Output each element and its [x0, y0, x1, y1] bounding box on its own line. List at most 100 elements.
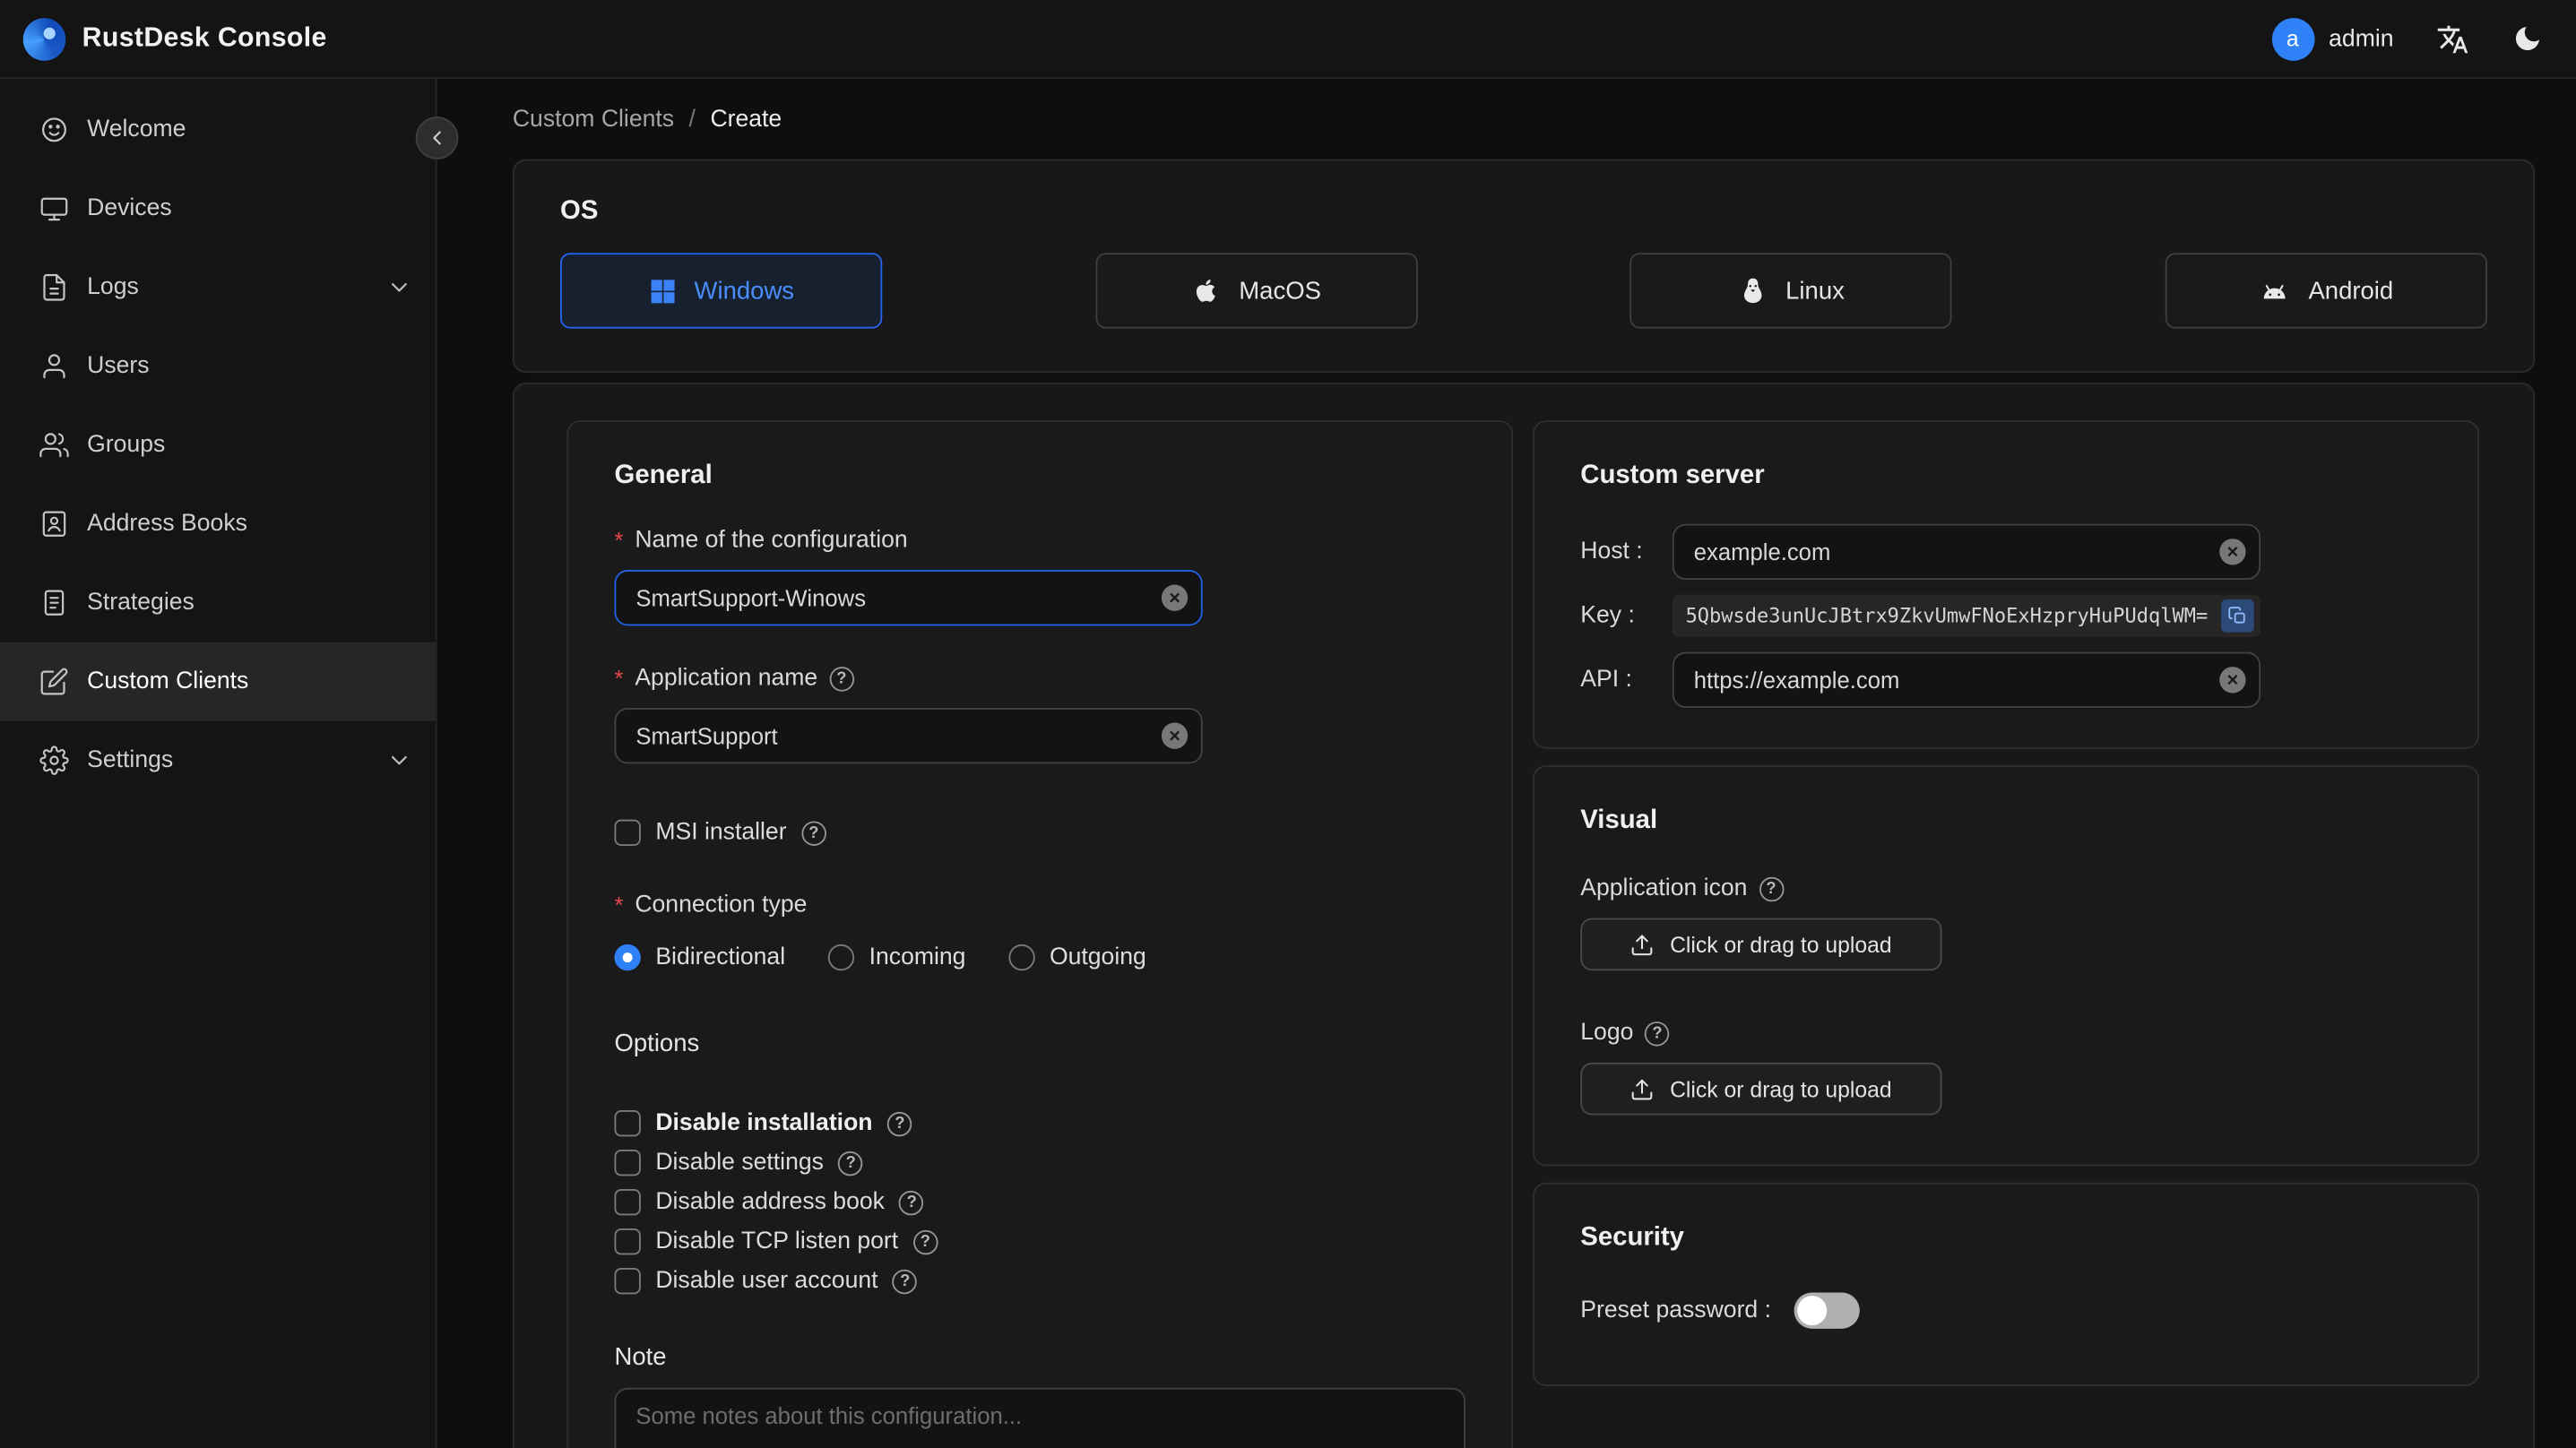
- api-label: API :: [1580, 667, 1632, 694]
- os-button-linux[interactable]: Linux: [1629, 253, 1953, 329]
- translate-icon[interactable]: [2436, 22, 2469, 56]
- visual-section: Visual Application icon ? Click or drag …: [1533, 765, 2479, 1167]
- help-icon[interactable]: ?: [838, 1150, 863, 1176]
- disable-user-account-checkbox[interactable]: [614, 1268, 641, 1295]
- breadcrumb-custom-clients[interactable]: Custom Clients: [513, 107, 674, 133]
- host-label: Host :: [1580, 539, 1643, 565]
- clear-icon[interactable]: ×: [2219, 667, 2246, 694]
- android-icon: [2259, 275, 2290, 306]
- os-card: OS Windows MacOS Linux Android: [512, 159, 2536, 374]
- sidebar-item-welcome[interactable]: Welcome: [0, 90, 436, 169]
- clear-icon[interactable]: ×: [2219, 539, 2246, 565]
- radio-icon[interactable]: [614, 944, 641, 971]
- logo-upload-button[interactable]: Click or drag to upload: [1580, 1062, 1942, 1116]
- windows-icon: [648, 277, 676, 305]
- host-row: Host : ×: [1580, 523, 2431, 581]
- os-button-group: Windows MacOS Linux Android: [560, 253, 2487, 329]
- help-icon[interactable]: ?: [1759, 875, 1784, 901]
- os-button-label: Linux: [1785, 276, 1845, 306]
- sidebar-item-label: Users: [87, 353, 150, 380]
- key-value: 5Qbwsde3unUcJBtrx9ZkvUmwFNoExHzpryHuPUdq…: [1685, 604, 2209, 628]
- address-book-icon: [39, 509, 69, 539]
- sidebar-item-devices[interactable]: Devices: [0, 169, 436, 248]
- sidebar-item-strategies[interactable]: Strategies: [0, 564, 436, 642]
- os-card-title: OS: [560, 196, 599, 226]
- visual-title: Visual: [1580, 806, 1658, 835]
- sidebar-item-address-books[interactable]: Address Books: [0, 485, 436, 564]
- help-icon[interactable]: ?: [912, 1228, 938, 1254]
- dark-mode-moon-icon[interactable]: [2512, 23, 2544, 55]
- sidebar-item-settings[interactable]: Settings: [0, 721, 436, 800]
- msi-installer-checkbox[interactable]: [614, 819, 641, 846]
- note-textarea[interactable]: [614, 1387, 1465, 1448]
- radio-bidirectional[interactable]: Bidirectional: [614, 944, 785, 971]
- application-icon-upload-button[interactable]: Click or drag to upload: [1580, 918, 1942, 971]
- disable-settings-checkbox[interactable]: [614, 1150, 641, 1176]
- option-disable-address-book: Disable address book ?: [614, 1189, 1465, 1216]
- clear-icon[interactable]: ×: [1161, 584, 1189, 611]
- apple-icon: [1191, 276, 1221, 306]
- note-label: Note: [614, 1343, 667, 1372]
- settings-gear-icon: [39, 746, 69, 775]
- header-right: a admin: [2270, 17, 2544, 60]
- radio-icon[interactable]: [827, 944, 855, 971]
- chevron-down-icon: [386, 274, 412, 300]
- sidebar-item-label: Devices: [87, 195, 172, 222]
- sidebar-item-custom-clients[interactable]: Custom Clients: [0, 642, 436, 721]
- option-disable-tcp-listen-port: Disable TCP listen port ?: [614, 1228, 1465, 1255]
- help-icon[interactable]: ?: [801, 820, 826, 846]
- linux-tux-icon: [1738, 276, 1768, 306]
- options-checklist: Disable installation ? Disable settings …: [614, 1110, 1465, 1295]
- application-name-input[interactable]: [614, 707, 1203, 764]
- breadcrumb-separator: /: [688, 107, 696, 134]
- option-disable-settings: Disable settings ?: [614, 1150, 1465, 1176]
- right-column: Custom server Host : × Key : 5Qbwsde3un: [1533, 420, 2479, 1448]
- sidebar-item-logs[interactable]: Logs: [0, 248, 436, 327]
- application-name-label: * Application name ?: [615, 665, 1465, 692]
- upload-icon: [1632, 1078, 1654, 1099]
- radio-incoming[interactable]: Incoming: [827, 944, 965, 971]
- host-field: ×: [1672, 523, 2261, 581]
- config-name-label: * Name of the configuration: [614, 527, 908, 554]
- required-marker: *: [614, 892, 624, 918]
- host-input[interactable]: [1672, 523, 2261, 581]
- help-icon[interactable]: ?: [829, 666, 854, 691]
- os-button-macos[interactable]: MacOS: [1094, 253, 1418, 329]
- config-name-input[interactable]: [614, 570, 1203, 626]
- sidebar-collapse-button[interactable]: [415, 116, 459, 159]
- radio-icon[interactable]: [1008, 944, 1035, 971]
- help-icon[interactable]: ?: [887, 1110, 912, 1136]
- avatar[interactable]: a: [2270, 17, 2314, 60]
- sidebar-item-label: Strategies: [87, 590, 194, 616]
- disable-installation-checkbox[interactable]: [614, 1110, 641, 1137]
- copy-key-button[interactable]: [2220, 599, 2254, 633]
- api-input[interactable]: [1672, 651, 2261, 708]
- clear-icon[interactable]: ×: [1161, 722, 1189, 749]
- disable-address-book-checkbox[interactable]: [614, 1189, 641, 1216]
- sidebar-item-label: Address Books: [87, 511, 247, 538]
- sidebar-item-groups[interactable]: Groups: [0, 406, 436, 485]
- application-icon-label: Application icon ?: [1580, 875, 2431, 901]
- key-row: Key : 5Qbwsde3unUcJBtrx9ZkvUmwFNoExHzpry…: [1580, 594, 2431, 638]
- custom-clients-icon: [39, 667, 69, 696]
- devices-icon: [39, 194, 69, 223]
- rustdesk-console-window: RustDesk Console a admin Welcome Devices…: [0, 0, 2576, 1448]
- help-icon[interactable]: ?: [893, 1268, 918, 1294]
- preset-password-toggle[interactable]: [1794, 1292, 1860, 1329]
- radio-outgoing[interactable]: Outgoing: [1008, 944, 1146, 971]
- help-icon[interactable]: ?: [1645, 1021, 1670, 1046]
- required-marker: *: [614, 527, 624, 554]
- key-label: Key :: [1580, 602, 1635, 630]
- sidebar-item-users[interactable]: Users: [0, 327, 436, 406]
- os-button-label: Windows: [694, 276, 795, 306]
- general-title: General: [614, 461, 713, 490]
- preset-password-row: Preset password :: [1580, 1292, 2431, 1346]
- user-menu[interactable]: a admin: [2270, 17, 2394, 60]
- logs-icon: [39, 272, 69, 302]
- chevron-down-icon: [386, 747, 412, 773]
- os-button-windows[interactable]: Windows: [560, 253, 883, 329]
- disable-tcp-listen-port-checkbox[interactable]: [614, 1228, 641, 1255]
- help-icon[interactable]: ?: [899, 1189, 924, 1215]
- security-section: Security Preset password :: [1533, 1182, 2479, 1386]
- os-button-android[interactable]: Android: [2165, 253, 2487, 329]
